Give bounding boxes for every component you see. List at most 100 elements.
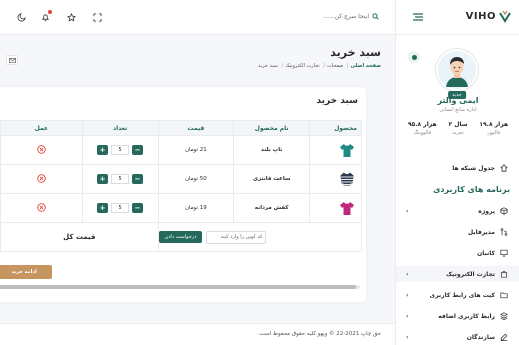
sidebar-item-bonus-ui[interactable]: ‹ رابط کاربری اضافه bbox=[396, 308, 519, 324]
chevron-left-icon: ‹ bbox=[406, 271, 409, 278]
monitor-icon bbox=[500, 249, 508, 257]
total-label: قیمت کل bbox=[63, 233, 96, 241]
product-name[interactable]: ساعت فانتزی bbox=[233, 164, 311, 194]
breadcrumb-pages[interactable]: صفحات bbox=[327, 63, 343, 69]
continue-shopping-button[interactable]: ادامه خرید bbox=[0, 265, 52, 279]
remove-icon[interactable] bbox=[37, 144, 46, 154]
sidebar-item-label: سازندگان bbox=[466, 333, 495, 341]
sweater-icon[interactable] bbox=[339, 171, 355, 187]
cart-title: سبد خرید bbox=[316, 96, 358, 106]
sidebar-item-label: جدول شبکه ها bbox=[452, 164, 495, 172]
mail-button[interactable] bbox=[6, 55, 18, 65]
footer-copyright: حق چاپ 2021-22 © ویهو کلیه حقوق محفوظ اس… bbox=[257, 331, 381, 337]
notification-dot bbox=[48, 10, 52, 14]
avatar[interactable]: جدید bbox=[436, 49, 478, 99]
footer: حق چاپ 2021-22 © ویهو کلیه حقوق محفوظ اس… bbox=[0, 323, 395, 345]
quantity-stepper: + 5 − bbox=[83, 145, 158, 155]
tshirt-icon[interactable] bbox=[339, 142, 355, 158]
bell-icon[interactable] bbox=[41, 13, 50, 22]
quantity-input[interactable]: 5 bbox=[111, 145, 130, 155]
folder-icon bbox=[500, 292, 508, 299]
logo-icon bbox=[499, 10, 511, 23]
column-header: قیمت bbox=[157, 120, 235, 136]
logo-bar: VIHO bbox=[396, 0, 519, 35]
remove-icon[interactable] bbox=[37, 173, 46, 183]
quantity-input[interactable]: 5 bbox=[111, 174, 130, 184]
decrement-button[interactable]: − bbox=[132, 174, 144, 184]
sidebar-item-label: مدیرفایل bbox=[468, 228, 495, 236]
fullscreen-icon[interactable] bbox=[93, 13, 102, 22]
home-icon bbox=[500, 164, 508, 172]
sidebar-item-ui-kits[interactable]: ‹ کیت های رابط کاربری bbox=[396, 287, 519, 303]
product-image-cell bbox=[309, 135, 362, 165]
decrement-button[interactable]: − bbox=[132, 145, 144, 155]
action-cell bbox=[0, 193, 83, 223]
horizontal-scrollbar[interactable] bbox=[0, 285, 360, 289]
cart-table: محصول نام محصول قیمت تعداد عمل تاپ بلند … bbox=[0, 120, 363, 252]
table-row: کفش مردانه 19 تومان + 5 − bbox=[0, 193, 362, 223]
star-icon[interactable] bbox=[67, 13, 76, 22]
breadcrumb-ecommerce[interactable]: تجارت الکترونیک bbox=[285, 63, 320, 69]
brand-name[interactable]: VIHO bbox=[466, 11, 496, 22]
tshirt-icon[interactable] bbox=[339, 200, 355, 216]
decrement-button[interactable]: − bbox=[132, 203, 144, 213]
increment-button[interactable]: + bbox=[97, 203, 109, 213]
cart-card: سبد خرید محصول نام محصول قیمت تعداد عمل … bbox=[0, 87, 366, 302]
apply-coupon-button[interactable]: درخواست دادن bbox=[158, 231, 203, 243]
quantity-input[interactable]: 5 bbox=[111, 203, 130, 213]
coupon-cell: درخواست دادن bbox=[157, 222, 363, 252]
product-price: 50 تومان bbox=[157, 164, 235, 194]
menu-toggle-icon[interactable] bbox=[412, 12, 424, 22]
product-name[interactable]: تاپ بلند bbox=[233, 135, 311, 165]
mail-icon bbox=[8, 57, 16, 63]
layers-icon bbox=[500, 312, 508, 320]
sidebar-item-file-manager[interactable]: مدیرفایل bbox=[396, 224, 519, 240]
sidebar: VIHO جدید ایمی والتر اداره منابع انسانی … bbox=[395, 0, 519, 345]
page-title: سبد خرید bbox=[330, 46, 381, 59]
sidebar-item-label: کیت های رابط کاربری bbox=[429, 291, 495, 299]
column-header: عمل bbox=[0, 120, 83, 136]
scrollbar-thumb[interactable] bbox=[0, 285, 356, 289]
stat-followers: ۱۹.۸ هزار فالوور bbox=[479, 121, 509, 136]
box-icon bbox=[500, 207, 508, 215]
sidebar-item-kanban[interactable]: کانبان bbox=[396, 245, 519, 261]
sidebar-nav: جدول شبکه ها برنامه های کاربردی ‹ پروژه … bbox=[396, 160, 519, 345]
search-icon[interactable] bbox=[372, 13, 379, 20]
breadcrumb: صفحه اصلی| صفحات/ تجارت الکترونیک/ سبد خ… bbox=[258, 63, 381, 69]
remove-icon[interactable] bbox=[37, 202, 46, 212]
sidebar-heading: برنامه های کاربردی bbox=[433, 184, 510, 194]
quantity-cell: + 5 − bbox=[81, 164, 159, 194]
settings-icon[interactable] bbox=[408, 51, 420, 63]
product-name[interactable]: کفش مردانه bbox=[233, 193, 311, 223]
chevron-left-icon: ‹ bbox=[406, 334, 409, 341]
shopping-bag-icon bbox=[500, 270, 508, 278]
stat-experience: ۲ سال تجربه bbox=[448, 121, 468, 136]
column-header: محصول bbox=[309, 120, 362, 136]
quantity-cell: + 5 − bbox=[81, 193, 159, 223]
page-header: سبد خرید صفحه اصلی| صفحات/ تجارت الکترون… bbox=[0, 35, 395, 80]
sidebar-item-label: رابط کاربری اضافه bbox=[438, 312, 495, 320]
coupon-row: درخواست دادن قیمت کل bbox=[0, 222, 363, 252]
breadcrumb-current: سبد خرید bbox=[258, 63, 278, 69]
sidebar-item-builders[interactable]: ‹ سازندگان bbox=[396, 329, 519, 345]
user-avatar-icon bbox=[438, 51, 476, 89]
stat-following: ۹۵.۸ هزار فالووینگ bbox=[407, 121, 437, 136]
product-image-cell bbox=[309, 193, 362, 223]
product-image-cell bbox=[309, 164, 362, 194]
breadcrumb-home[interactable]: صفحه اصلی bbox=[351, 63, 381, 69]
action-cell bbox=[0, 135, 83, 165]
coupon-input[interactable] bbox=[206, 230, 267, 244]
increment-button[interactable]: + bbox=[97, 145, 109, 155]
search-input[interactable] bbox=[297, 13, 369, 20]
chevron-left-icon: ‹ bbox=[406, 208, 409, 215]
sidebar-item-dashboard[interactable]: جدول شبکه ها bbox=[396, 160, 519, 176]
quantity-cell: + 5 − bbox=[81, 135, 159, 165]
increment-button[interactable]: + bbox=[97, 174, 109, 184]
table-row: ساعت فانتزی 50 تومان + 5 − bbox=[0, 164, 362, 194]
moon-icon[interactable] bbox=[17, 13, 26, 22]
profile-stats: ۹۵.۸ هزار فالووینگ ۲ سال تجربه ۱۹.۸ هزار… bbox=[402, 121, 514, 136]
sidebar-item-project[interactable]: ‹ پروژه bbox=[396, 203, 519, 219]
sidebar-item-ecommerce[interactable]: ‹ تجارت الکترونیک bbox=[396, 266, 519, 282]
profile-name[interactable]: ایمی والتر bbox=[396, 96, 519, 105]
git-pull-icon bbox=[500, 228, 508, 236]
